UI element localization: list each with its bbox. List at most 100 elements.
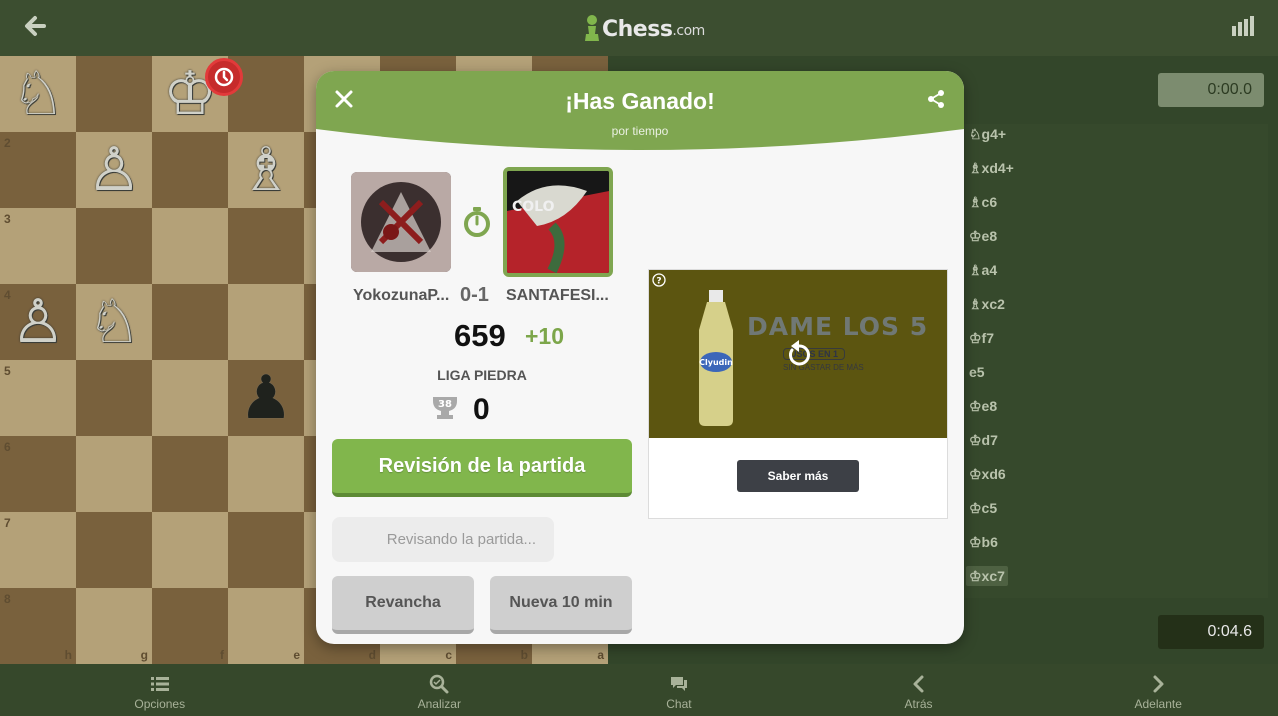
file-label: c xyxy=(445,648,452,662)
move-item[interactable]: ♔e8 xyxy=(966,396,1000,416)
move-item[interactable]: ♔e8 xyxy=(966,226,1000,246)
move-item[interactable]: ♔xd6 xyxy=(966,464,1009,484)
player-rating: 659 xyxy=(454,318,506,353)
board-square[interactable] xyxy=(228,208,304,284)
rating-change: +10 xyxy=(525,323,565,349)
board-square[interactable]: 5 xyxy=(0,360,76,436)
board-square[interactable] xyxy=(152,436,228,512)
file-label: g xyxy=(140,648,148,662)
board-square[interactable]: 6 xyxy=(0,436,76,512)
board-square[interactable] xyxy=(152,284,228,360)
move-item[interactable]: ♗xd4+ xyxy=(966,158,1017,178)
brand-name: Chess xyxy=(602,17,673,42)
connection-signal-icon[interactable] xyxy=(1232,16,1256,36)
board-square[interactable]: 3 xyxy=(0,208,76,284)
board-square[interactable] xyxy=(152,512,228,588)
move-item[interactable]: ♔b6 xyxy=(966,532,1001,552)
game-over-modal: ¡Has Ganado! por tiempo COLO YokozunaP..… xyxy=(316,71,964,644)
chevron-right-icon xyxy=(1153,675,1164,693)
ad-image[interactable]: Clyudin DAME LOS 5 USOS EN 1 SIN GASTAR … xyxy=(649,270,947,438)
board-square[interactable]: ♙ xyxy=(76,132,152,208)
player-right-name[interactable]: SANTAFESI... xyxy=(506,287,609,305)
board-square[interactable] xyxy=(228,436,304,512)
move-item[interactable]: ♔f7 xyxy=(966,328,997,348)
board-square[interactable]: ♗ xyxy=(228,132,304,208)
share-icon[interactable] xyxy=(926,89,946,109)
trophy-icon: 38 xyxy=(433,397,457,419)
board-square[interactable]: f xyxy=(152,588,228,664)
pawn-logo-icon xyxy=(585,15,599,41)
trophy-count: 0 xyxy=(473,393,490,426)
board-square[interactable] xyxy=(76,512,152,588)
move-list[interactable]: ♘g4+ ♗xd4+ ♗c6 ♔e8 ♗a4 ♗xc2 ♔f7 e5 ♔e8 ♔d7 ♔xd6 ♔c5… xyxy=(962,124,1268,598)
move-item[interactable]: ♔c5 xyxy=(966,498,1000,518)
board-square[interactable] xyxy=(152,360,228,436)
new-game-button[interactable]: Nueva 10 min xyxy=(490,576,632,634)
board-square[interactable] xyxy=(152,208,228,284)
stopwatch-icon xyxy=(464,207,490,237)
nav-back[interactable]: Atrás xyxy=(799,664,1039,716)
ad-learn-more-button[interactable]: Saber más xyxy=(737,460,859,492)
move-item[interactable]: ♘g4+ xyxy=(966,124,1009,144)
move-item[interactable]: ♔d7 xyxy=(966,430,1001,450)
nav-chat[interactable]: Chat xyxy=(559,664,799,716)
league-name: LIGA PIEDRA xyxy=(437,367,527,383)
move-item[interactable]: ♗xc2 xyxy=(966,294,1008,314)
rank-label: 7 xyxy=(4,516,11,530)
move-item[interactable]: ♗a4 xyxy=(966,260,1000,280)
player-left-name[interactable]: YokozunaP... xyxy=(353,287,449,305)
board-square[interactable]: 2 xyxy=(0,132,76,208)
advertisement[interactable]: Clyudin DAME LOS 5 USOS EN 1 SIN GASTAR … xyxy=(648,269,948,519)
rank-label: 5 xyxy=(4,364,11,378)
player-right-avatar[interactable]: COLO xyxy=(503,167,613,277)
nav-options[interactable]: Opciones xyxy=(0,664,320,716)
nav-forward[interactable]: Adelante xyxy=(1038,664,1278,716)
board-square[interactable]: ♘ xyxy=(76,284,152,360)
rank-label: 8 xyxy=(4,592,11,606)
move-item[interactable]: e5 xyxy=(966,362,988,382)
board-square[interactable] xyxy=(228,512,304,588)
ad-headline: DAME LOS 5 xyxy=(747,312,929,341)
chess-piece[interactable]: ♘ xyxy=(2,58,74,130)
chess-piece[interactable]: ♘ xyxy=(78,286,150,358)
move-item[interactable]: ♗c6 xyxy=(966,192,1000,212)
chess-piece[interactable]: ♗ xyxy=(230,134,302,206)
board-square[interactable] xyxy=(152,132,228,208)
board-square[interactable]: 4 ♙ xyxy=(0,284,76,360)
list-icon xyxy=(150,677,169,691)
board-square[interactable]: 7 xyxy=(0,512,76,588)
board-square[interactable]: g xyxy=(76,588,152,664)
board-square[interactable] xyxy=(76,56,152,132)
board-square[interactable]: ♘ xyxy=(0,56,76,132)
board-square[interactable]: 8h xyxy=(0,588,76,664)
rank-label: 6 xyxy=(4,440,11,454)
player-left-avatar[interactable] xyxy=(351,172,451,272)
move-item[interactable]: ♔xc7 xyxy=(966,566,1008,586)
chess-piece[interactable]: ♙ xyxy=(78,134,150,206)
rematch-button[interactable]: Revancha xyxy=(332,576,474,634)
chess-piece[interactable]: ♟ xyxy=(230,362,302,434)
nav-analyze[interactable]: Analizar xyxy=(320,664,560,716)
brand-domain: .com xyxy=(672,23,705,39)
nav-forward-label: Adelante xyxy=(1134,697,1182,711)
board-square[interactable]: ♟ xyxy=(228,360,304,436)
replay-icon[interactable] xyxy=(785,338,813,368)
ad-info-icon[interactable]: ? xyxy=(652,273,666,287)
avatar-image xyxy=(351,172,451,272)
bottle-brand: Clyudin xyxy=(699,358,733,367)
nav-options-label: Opciones xyxy=(134,697,186,711)
board-square[interactable] xyxy=(76,360,152,436)
file-label: d xyxy=(368,648,376,662)
modal-subtitle: por tiempo xyxy=(611,124,669,138)
board-square[interactable] xyxy=(76,208,152,284)
game-review-button[interactable]: Revisión de la partida xyxy=(332,439,632,497)
chess-piece[interactable]: ♙ xyxy=(2,286,74,358)
back-arrow-icon[interactable] xyxy=(20,12,52,40)
board-square[interactable] xyxy=(76,436,152,512)
rank-label: 3 xyxy=(4,212,11,226)
board-square[interactable] xyxy=(228,284,304,360)
game-score: 0-1 xyxy=(460,284,489,306)
svg-text:COLO: COLO xyxy=(512,199,555,215)
board-square[interactable]: e xyxy=(228,588,304,664)
chat-bubble-icon xyxy=(670,677,687,691)
